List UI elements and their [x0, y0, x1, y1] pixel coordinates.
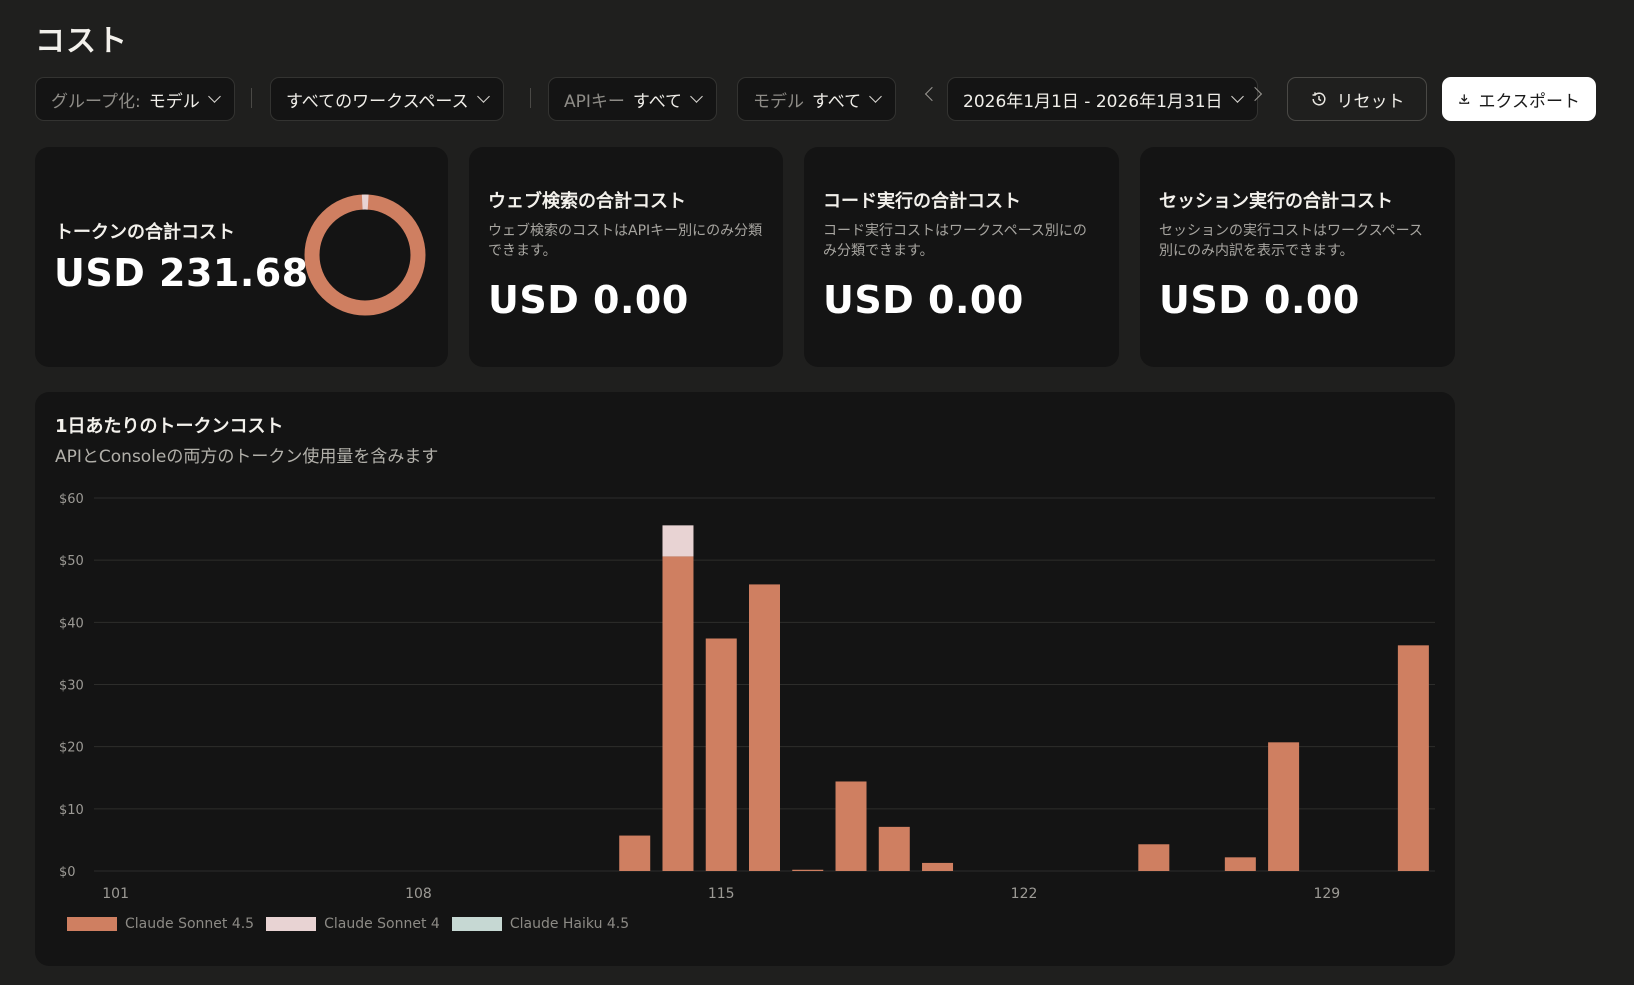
y-tick-label: $50 [59, 554, 84, 569]
reset-label: リセット [1336, 91, 1405, 112]
group-by-label: グループ化: [51, 91, 141, 112]
bar-segment [878, 826, 910, 871]
legend-swatch [451, 917, 502, 931]
date-range-value: 2026年1月1日 - 2026年1月31日 [963, 91, 1223, 112]
model-label: モデル [753, 91, 804, 112]
legend-label: Claude Sonnet 4 [324, 916, 440, 932]
x-tick-label: 129 [1313, 886, 1340, 902]
bar-segment [749, 584, 780, 871]
legend-item[interactable]: Claude Sonnet 4.5 [67, 916, 254, 932]
y-tick-label: $30 [59, 679, 84, 694]
x-tick-label: 101 [102, 886, 129, 902]
group-by-value: モデル [148, 91, 200, 112]
y-tick-label: $20 [59, 741, 84, 756]
legend-swatch [67, 917, 117, 931]
token-cost-amount: USD 231.68 [54, 251, 309, 295]
workspace-dropdown[interactable]: すべてのワークスペース [270, 77, 504, 121]
filter-divider [251, 88, 252, 108]
legend-swatch [266, 917, 317, 931]
chevron-down-icon [869, 90, 883, 103]
bar-segment [662, 525, 694, 557]
web-search-amount: USD 0.00 [488, 278, 689, 322]
api-key-value: すべて [632, 91, 683, 112]
chevron-left-icon[interactable] [924, 86, 940, 102]
bar-segment [662, 556, 694, 871]
bar-segment [1224, 857, 1256, 871]
card-description: セッションの実行コストはワークスペース別にのみ内訳を表示できます。 [1159, 223, 1423, 259]
code-exec-cost-card: コード実行の合計コスト コード実行コストはワークスペース別にのみ分類できます。 … [804, 147, 1119, 367]
reset-button[interactable]: リセット [1287, 77, 1427, 121]
card-title: ウェブ検索の合計コスト [488, 191, 686, 212]
bar-segment [1397, 645, 1429, 871]
page-title: コスト [35, 24, 128, 59]
legend-item[interactable]: Claude Haiku 4.5 [451, 916, 630, 932]
bar-segment [705, 638, 737, 871]
chevron-down-icon [690, 90, 703, 103]
chart-legend: Claude Sonnet 4.5 Claude Sonnet 4 Claude… [67, 916, 641, 932]
card-title: セッション実行の合計コスト [1159, 191, 1393, 212]
chevron-down-icon [476, 90, 490, 103]
bar-segment [835, 781, 867, 871]
export-label: エクスポート [1478, 91, 1581, 112]
donut-segment-sonnet45 [304, 194, 426, 316]
card-description: ウェブ検索のコストはAPIキー別にのみ分類できます。 [488, 223, 763, 259]
legend-item[interactable]: Claude Sonnet 4 [266, 916, 440, 932]
legend-label: Claude Haiku 4.5 [509, 916, 630, 932]
history-icon [1311, 92, 1326, 106]
chevron-down-icon [207, 90, 221, 103]
cost-donut-chart [304, 194, 426, 316]
api-key-label: APIキー [564, 91, 625, 112]
model-value: すべて [812, 91, 862, 112]
download-icon [1459, 94, 1470, 104]
token-cost-card: トークンの合計コスト USD 231.68 [35, 147, 448, 367]
x-tick-label: 115 [708, 886, 735, 902]
bar-segment [1268, 742, 1300, 871]
bar-segment [619, 835, 651, 871]
card-title: トークンの合計コスト [55, 222, 235, 243]
web-search-cost-card: ウェブ検索の合計コスト ウェブ検索のコストはAPIキー別にのみ分類できます。 U… [469, 147, 783, 367]
group-by-dropdown[interactable]: グループ化: モデル [35, 77, 235, 121]
daily-cost-bar-chart: $0 $10 $20 $30 $40 $50 $60 101 108 115 122 129 [59, 492, 1435, 902]
card-title: コード実行の合計コスト [823, 191, 1021, 212]
x-tick-label: 108 [405, 886, 432, 902]
session-exec-cost-card: セッション実行の合計コスト セッションの実行コストはワークスペース別にのみ内訳を… [1140, 147, 1455, 367]
session-exec-amount: USD 0.00 [1159, 278, 1360, 322]
code-exec-amount: USD 0.00 [823, 278, 1024, 322]
chevron-down-icon [1230, 90, 1244, 103]
y-tick-label: $40 [59, 616, 84, 631]
daily-token-cost-chart-card: 1日あたりのトークンコスト APIとConsoleの両方のトークン使用量を含みま… [35, 392, 1455, 966]
y-tick-label: $10 [59, 803, 84, 818]
export-button[interactable]: エクスポート [1442, 77, 1596, 121]
model-dropdown[interactable]: モデル すべて [737, 77, 897, 121]
date-range-dropdown[interactable]: 2026年1月1日 - 2026年1月31日 [947, 77, 1258, 121]
legend-label: Claude Sonnet 4.5 [125, 916, 255, 932]
filter-divider [530, 88, 531, 108]
workspace-value: すべてのワークスペース [286, 91, 469, 112]
y-tick-label: $60 [59, 492, 84, 507]
bar-segment [792, 869, 824, 871]
x-tick-label: 122 [1011, 886, 1038, 902]
bar-segment [1138, 844, 1170, 871]
api-key-dropdown[interactable]: APIキー すべて [548, 77, 718, 121]
bar-segment [922, 862, 954, 871]
card-description: コード実行コストはワークスペース別にのみ分類できます。 [823, 223, 1087, 259]
y-tick-label: $0 [59, 865, 76, 880]
